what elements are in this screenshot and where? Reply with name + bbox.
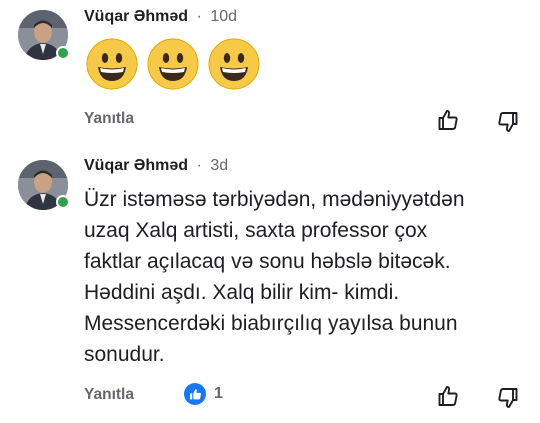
reply-button[interactable]: Yanıtla (84, 110, 134, 128)
comment-text-line: uzaq Xalq artisti, saxta professor çox (84, 219, 428, 242)
comment-text-line: Üzr istəməsə tərbiyədən, mədəniyyətdən (84, 188, 465, 211)
grinning-face-icon (86, 38, 138, 90)
like-icon (184, 383, 206, 405)
author-name[interactable]: Vüqar Əhməd (84, 157, 188, 174)
thumbs-up-icon[interactable] (436, 108, 460, 132)
reaction-summary[interactable]: 1 (184, 383, 223, 405)
comment-text-line: Messencerdəki biabırçılıq yayılsa bunun (84, 312, 458, 335)
online-status-dot (56, 46, 70, 60)
thumbs-down-icon[interactable] (496, 110, 520, 134)
meta-separator: · (196, 8, 202, 25)
comment-text: Üzr istəməsə tərbiyədən, mədəniyyətdən u… (84, 184, 524, 370)
meta-separator: · (196, 157, 202, 174)
emoji-message (86, 38, 260, 90)
grinning-face-icon (208, 38, 260, 90)
comment-text-line: sonudur. (84, 343, 165, 366)
comment-1: Vüqar Əhməd · 10d Yanıtla (0, 0, 540, 150)
reaction-count: 1 (214, 385, 223, 402)
author-name[interactable]: Vüqar Əhməd (84, 8, 188, 25)
comment-meta: Vüqar Əhməd · 10d (84, 8, 237, 26)
comment-text-line: Həddini aşdı. Xalq bilir kim- kimdi. (84, 281, 400, 304)
reply-button[interactable]: Yanıtla (84, 386, 134, 404)
comment-meta: Vüqar Əhməd · 3d (84, 157, 228, 175)
comment-time[interactable]: 3d (210, 157, 228, 174)
online-status-dot (56, 195, 70, 209)
comment-2: Vüqar Əhməd · 3d Üzr istəməsə tərbiyədən… (0, 150, 540, 423)
comment-time[interactable]: 10d (210, 8, 237, 25)
comment-text-line: faktlar açılacaq və sonu həbslə bitəcək. (84, 250, 451, 273)
grinning-face-icon (147, 38, 199, 90)
thumbs-up-icon[interactable] (436, 384, 460, 408)
thumbs-down-icon[interactable] (496, 386, 520, 410)
